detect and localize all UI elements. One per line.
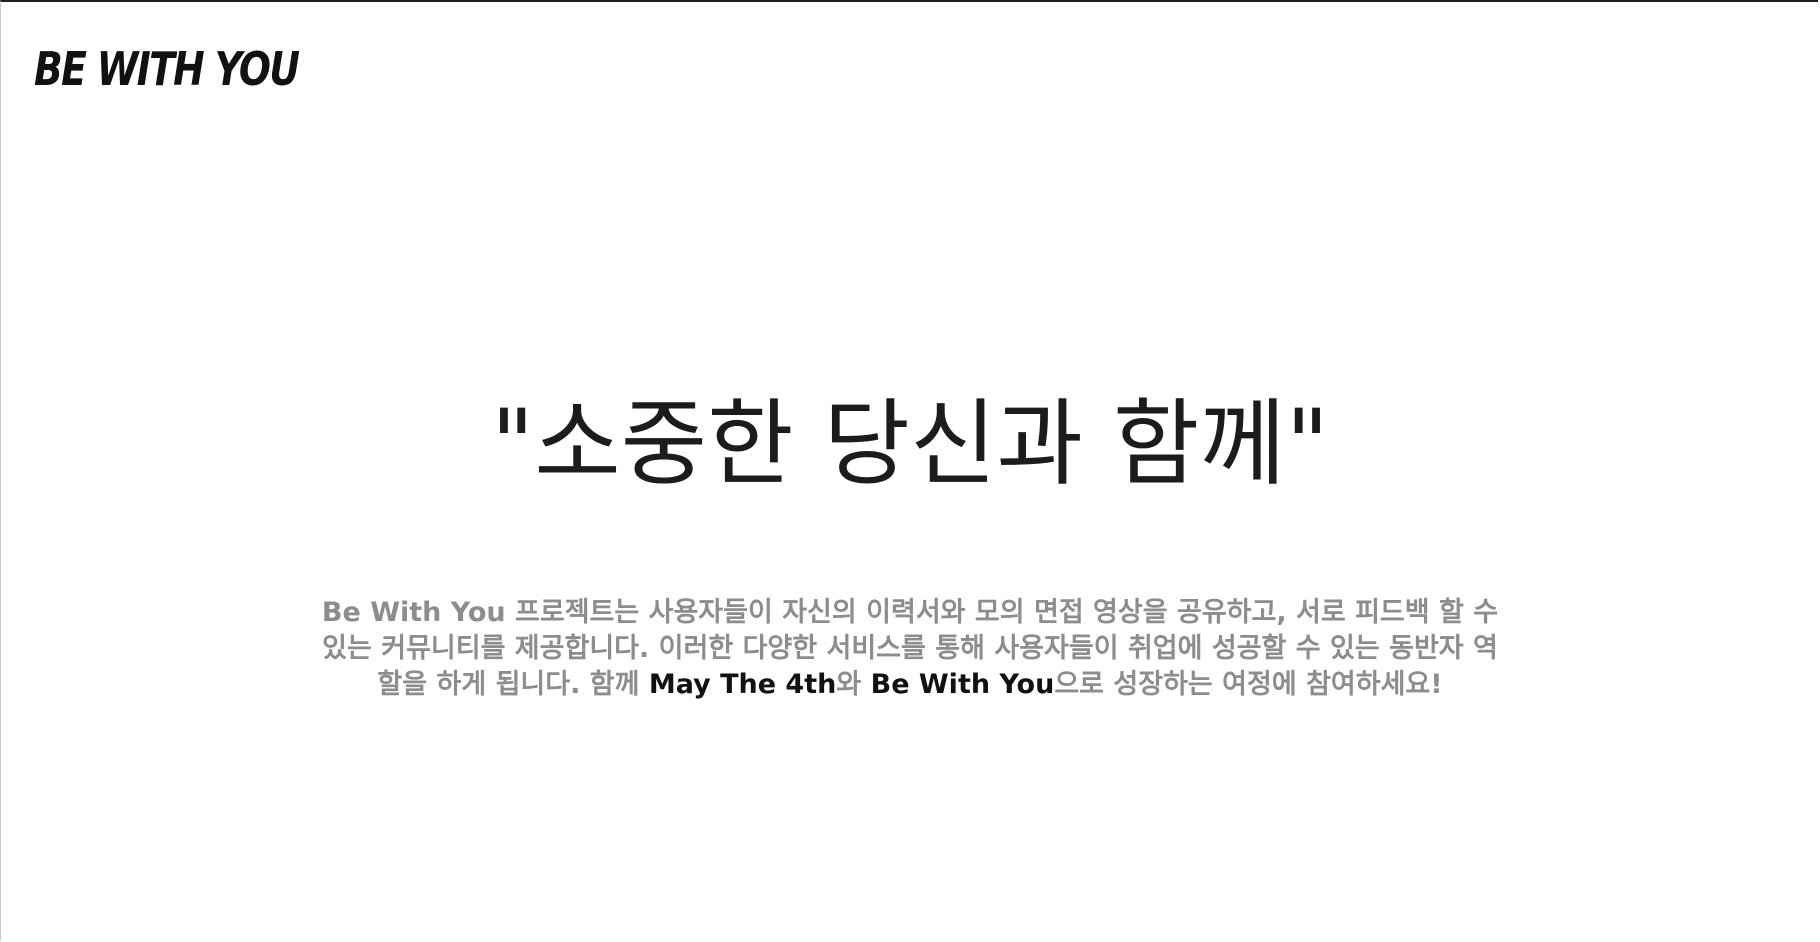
description-highlight-be-with-you: Be With You xyxy=(870,669,1055,700)
description-highlight-may-the-4th: May The 4th xyxy=(648,669,837,700)
project-description: Be With You 프로젝트는 사용자들이 자신의 이력서와 모의 면접 영… xyxy=(310,595,1510,703)
description-text-2: 와 xyxy=(836,669,871,700)
site-logo[interactable]: BE WITH YOU xyxy=(34,34,300,104)
hero-title: "소중한 당신과 함께" xyxy=(490,390,1330,499)
description-text-3: 으로 성장하는 여정에 참여하세요! xyxy=(1054,669,1443,700)
